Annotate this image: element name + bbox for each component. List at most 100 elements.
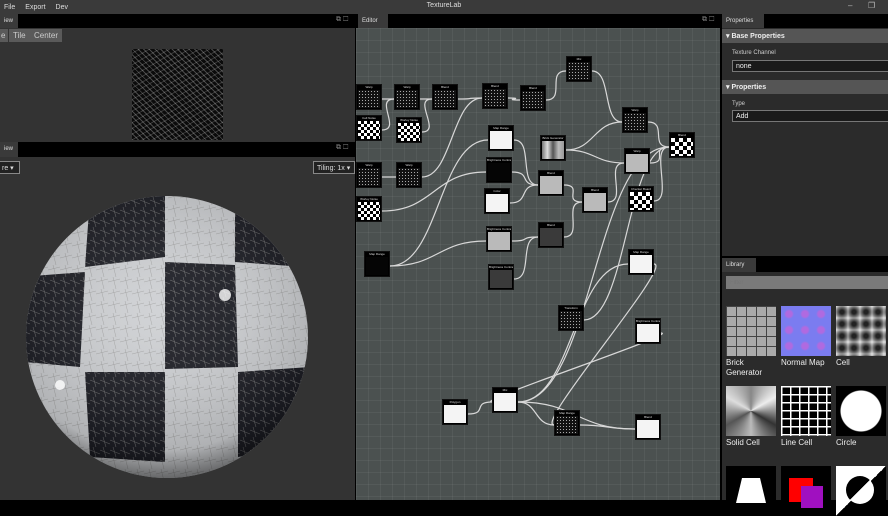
library-item-shape[interactable]: [836, 466, 886, 516]
graph-node[interactable]: Warp: [624, 148, 650, 174]
properties-title: Properties: [731, 84, 767, 91]
library-tabbar: Library: [722, 258, 888, 272]
sphere-preview[interactable]: [0, 157, 355, 500]
graph-node[interactable]: Warp: [356, 162, 382, 188]
node-preview: [626, 154, 648, 172]
node-connection: [551, 263, 657, 426]
node-connection: [381, 98, 395, 131]
node-preview: [486, 194, 508, 212]
panel-float-icon[interactable]: ⧉ ☐: [336, 16, 348, 24]
node-preview: [630, 255, 652, 273]
node-connection: [507, 97, 521, 101]
graph-node[interactable]: Worley Noise: [356, 196, 382, 222]
graph-node[interactable]: Blend: [635, 414, 661, 440]
graph-node[interactable]: Mix: [566, 56, 592, 82]
graph-node[interactable]: Polygon: [442, 399, 468, 425]
library-item-cell[interactable]: Cell: [836, 306, 886, 368]
polygon-thumbnail: [726, 466, 776, 516]
node-preview: [624, 113, 646, 131]
graph-node[interactable]: Warp: [622, 107, 648, 133]
library-item-label: Line Cell: [781, 438, 813, 447]
graph-node[interactable]: Blend: [582, 187, 608, 213]
properties-tabbar: Properties: [722, 14, 888, 28]
node-connection: [647, 121, 670, 148]
node-preview: [568, 62, 590, 80]
line-cell-thumbnail: [781, 386, 831, 436]
graph-node[interactable]: Map Range: [488, 125, 514, 151]
library-item-brick-generator[interactable]: Brick Generator: [726, 306, 776, 378]
node-preview: [560, 311, 582, 329]
library-item-circle[interactable]: Circle: [836, 386, 886, 448]
node-preview: [358, 90, 380, 108]
node-connection: [565, 121, 623, 151]
graph-node[interactable]: Blend: [520, 85, 546, 111]
graph-node[interactable]: Brightness Contrast: [488, 264, 514, 290]
graph-node[interactable]: Mix: [492, 387, 518, 413]
graph-node[interactable]: Brightness Contrast: [486, 226, 512, 252]
node-preview: [444, 405, 466, 423]
graph-node[interactable]: Color: [484, 188, 510, 214]
node-preview: [540, 176, 562, 194]
brick-thumbnail: [726, 306, 776, 356]
node-preview: [358, 168, 380, 186]
library-item-label: Brick Generator: [726, 358, 763, 377]
properties-header[interactable]: ▾ Properties: [722, 80, 888, 94]
node-preview: [490, 270, 512, 288]
node-connection: [517, 263, 629, 403]
properties-panel: ▾ Base Properties Texture Channel none ▾…: [722, 28, 888, 256]
graph-node[interactable]: Blend: [538, 222, 564, 248]
graph-node[interactable]: Brightness Contrast: [486, 157, 512, 183]
node-editor-canvas[interactable]: Warp Warp Blend Blend Blend Mix Cell Noise Worl…: [356, 28, 720, 500]
library-item-solid-cell[interactable]: Solid Cell: [726, 386, 776, 448]
library-item-label: Normal Map: [781, 358, 825, 367]
graph-node[interactable]: Cell Noise: [356, 115, 382, 141]
node-preview: [358, 202, 380, 220]
graph-node[interactable]: Blend: [432, 84, 458, 110]
graph-node[interactable]: Worley Noise: [396, 117, 422, 143]
tile-button[interactable]: Tile: [9, 29, 30, 42]
texture-channel-field[interactable]: none: [732, 60, 888, 72]
node-connection: [513, 139, 539, 186]
graph-node[interactable]: Transform: [558, 305, 584, 331]
library-filter-input[interactable]: [726, 276, 888, 289]
tab-properties[interactable]: Properties: [722, 14, 764, 28]
tab-library[interactable]: Library: [722, 258, 756, 272]
node-connection: [563, 201, 583, 238]
panel-float-icon[interactable]: ⧉ ☐: [336, 144, 348, 152]
view3d-tabbar: iew ⧉ ☐: [0, 142, 355, 157]
center-button[interactable]: Center: [30, 29, 63, 42]
app-title: TextureLab: [426, 2, 462, 9]
graph-node[interactable]: Brightness Contrast: [635, 318, 661, 344]
cell-thumbnail: [836, 306, 886, 356]
solid-cell-thumbnail: [726, 386, 776, 436]
graph-node[interactable]: Checker Board: [628, 186, 654, 212]
graph-node[interactable]: Blend: [669, 132, 695, 158]
graph-node[interactable]: Blend: [482, 83, 508, 109]
library-item-polygon[interactable]: [726, 466, 776, 516]
node-connection: [607, 162, 625, 203]
graph-node[interactable]: Map Range: [554, 410, 580, 436]
circle-thumbnail: [836, 386, 886, 436]
graph-node[interactable]: Blend: [538, 170, 564, 196]
stretch-button[interactable]: e: [0, 29, 8, 42]
minimize-button[interactable]: –: [848, 1, 852, 10]
graph-node[interactable]: Map Range: [364, 251, 390, 277]
library-item-line-cell[interactable]: Line Cell: [781, 386, 831, 448]
graph-node[interactable]: Warp: [394, 84, 420, 110]
node-preview: [488, 232, 510, 250]
library-item-normal-map[interactable]: Normal Map: [781, 306, 831, 368]
node-preview: [556, 416, 578, 434]
base-properties-title: Base Properties: [731, 33, 785, 40]
tab-3d-view[interactable]: iew: [0, 142, 18, 157]
graph-node[interactable]: Map Range: [628, 249, 654, 275]
graph-node[interactable]: Warp: [356, 84, 382, 110]
library-item-blend[interactable]: [781, 466, 831, 516]
tab-editor[interactable]: Editor: [358, 14, 388, 28]
base-properties-header[interactable]: ▾ Base Properties: [722, 29, 888, 43]
graph-node[interactable]: Brick Generator: [540, 135, 566, 161]
maximize-button[interactable]: ❐: [868, 1, 875, 10]
panel-float-icon[interactable]: ⧉ ☐: [702, 16, 714, 24]
graph-node[interactable]: Warp: [396, 162, 422, 188]
type-field[interactable]: Add: [732, 110, 888, 122]
tab-2d-view[interactable]: iew: [0, 14, 18, 28]
